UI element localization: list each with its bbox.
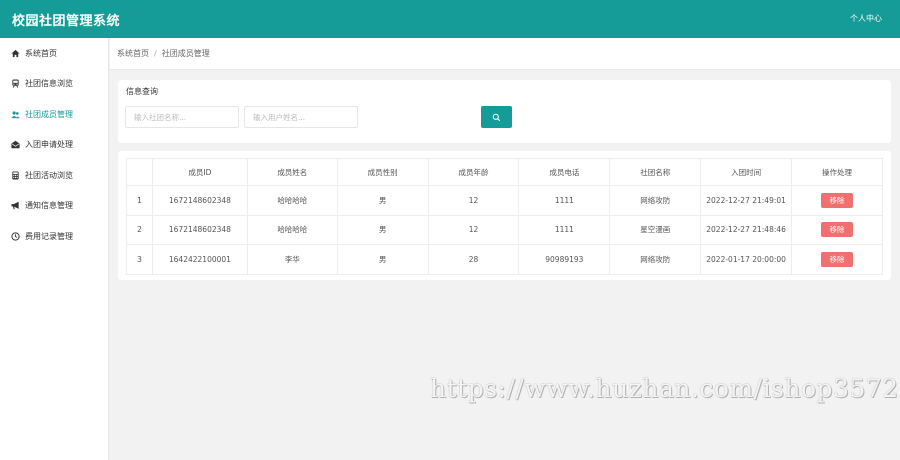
- table-row: 2 1672148602348 哈哈哈哈 男 12 1111 星空漫画 2022…: [126, 214, 883, 245]
- row-index: 3: [126, 244, 153, 275]
- column-header-member-gender: 成员性别: [336, 158, 429, 186]
- sidebar-item-fee-records[interactable]: 费用记录管理: [0, 221, 108, 252]
- breadcrumb: 系统首页 / 社团成员管理: [110, 38, 900, 70]
- sidebar-item-label: 通知信息管理: [25, 201, 73, 211]
- column-header-join-time: 入团时间: [700, 158, 793, 186]
- bullhorn-icon: [10, 201, 20, 211]
- sidebar-item-label: 社团活动浏览: [25, 170, 73, 180]
- top-header: 校园社团管理系统 个人中心: [0, 0, 900, 38]
- join-time-cell: 2022-12-27 21:49:01: [700, 185, 793, 216]
- member-age-cell: 28: [427, 244, 520, 275]
- breadcrumb-home[interactable]: 系统首页: [117, 48, 149, 59]
- club-name-cell: 星空漫画: [609, 214, 702, 245]
- search-icon: [492, 113, 501, 122]
- sidebar-item-label: 社团成员管理: [25, 109, 73, 119]
- sidebar-item-label: 入团申请处理: [25, 140, 73, 150]
- search-button[interactable]: [481, 106, 512, 128]
- remove-member-button[interactable]: 移除: [821, 222, 854, 238]
- member-phone-cell: 90989193: [518, 244, 611, 275]
- sidebar-item-club-activities[interactable]: 社团活动浏览: [0, 160, 108, 191]
- actions-cell: 移除: [791, 185, 883, 216]
- member-id-cell: 1642422100001: [151, 244, 248, 275]
- member-name-cell: 李华: [246, 244, 338, 275]
- envelope-open-icon: [10, 140, 20, 150]
- member-phone-cell: 1111: [518, 214, 611, 245]
- remove-member-button[interactable]: 移除: [821, 192, 854, 208]
- sidebar-item-join-applications[interactable]: 入团申请处理: [0, 130, 108, 161]
- search-panel: 信息查询: [118, 80, 891, 143]
- train-icon: [10, 79, 20, 89]
- row-index: 2: [126, 214, 153, 245]
- sidebar-item-notifications[interactable]: 通知信息管理: [0, 191, 108, 222]
- member-gender-cell: 男: [336, 214, 429, 245]
- club-name-cell: 网络攻防: [609, 244, 702, 275]
- breadcrumb-current: 社团成员管理: [161, 49, 210, 58]
- sidebar-item-label: 社团信息浏览: [25, 79, 73, 89]
- member-name-cell: 哈哈哈哈: [246, 214, 338, 245]
- column-header-member-name: 成员姓名: [246, 158, 338, 186]
- member-id-cell: 1672148602348: [151, 185, 248, 216]
- column-header-member-phone: 成员电话: [518, 158, 611, 186]
- remove-member-button[interactable]: 移除: [821, 251, 854, 267]
- home-icon: [10, 48, 20, 58]
- search-panel-title: 信息查询: [126, 87, 158, 96]
- member-gender-cell: 男: [336, 185, 429, 216]
- sidebar-item-label: 系统首页: [25, 48, 57, 58]
- calculator-icon: [10, 170, 20, 180]
- table-header-row: 成员ID 成员姓名 成员性别 成员年龄 成员电话 社团名称 入团时间 操作处理: [126, 158, 883, 186]
- breadcrumb-separator: /: [154, 49, 157, 58]
- user-name-search-input[interactable]: [244, 106, 358, 128]
- member-age-cell: 12: [427, 185, 520, 216]
- column-header-actions: 操作处理: [791, 158, 883, 186]
- sidebar-item-label: 费用记录管理: [25, 231, 73, 241]
- sidebar-item-club-info[interactable]: 社团信息浏览: [0, 69, 108, 100]
- sidebar-item-home[interactable]: 系统首页: [0, 38, 108, 69]
- column-header-member-id: 成员ID: [151, 158, 248, 186]
- member-phone-cell: 1111: [518, 185, 611, 216]
- member-name-cell: 哈哈哈哈: [246, 185, 338, 216]
- members-table-panel: 成员ID 成员姓名 成员性别 成员年龄 成员电话 社团名称 入团时间 操作处理 …: [118, 151, 891, 280]
- table-row: 1 1672148602348 哈哈哈哈 男 12 1111 网络攻防 2022…: [126, 185, 883, 216]
- members-table: 成员ID 成员姓名 成员性别 成员年龄 成员电话 社团名称 入团时间 操作处理 …: [126, 158, 883, 275]
- app-title: 校园社团管理系统: [12, 14, 121, 29]
- join-time-cell: 2022-12-27 21:48:46: [700, 214, 793, 245]
- table-row: 3 1642422100001 李华 男 28 90989193 网络攻防 20…: [126, 244, 883, 275]
- actions-cell: 移除: [791, 214, 883, 245]
- clock-icon: [10, 231, 20, 241]
- join-time-cell: 2022-01-17 20:00:00: [700, 244, 793, 275]
- sidebar-item-member-management[interactable]: 社团成员管理: [0, 99, 108, 130]
- club-name-search-input[interactable]: [125, 106, 239, 128]
- column-header-member-age: 成员年龄: [427, 158, 520, 186]
- watermark-text: https://www.huzhan.com/ishop3572: [430, 374, 899, 403]
- member-id-cell: 1672148602348: [151, 214, 248, 245]
- user-center-link[interactable]: 个人中心: [850, 13, 882, 24]
- column-header-index: [126, 158, 153, 186]
- member-gender-cell: 男: [336, 244, 429, 275]
- row-index: 1: [126, 185, 153, 216]
- sidebar: 系统首页 社团信息浏览 社团成员管理 入团申请处理 社团活动浏览 通知信息管理: [0, 38, 109, 460]
- users-icon: [10, 109, 20, 119]
- club-name-cell: 网络攻防: [609, 185, 702, 216]
- actions-cell: 移除: [791, 244, 883, 275]
- column-header-club-name: 社团名称: [609, 158, 702, 186]
- member-age-cell: 12: [427, 214, 520, 245]
